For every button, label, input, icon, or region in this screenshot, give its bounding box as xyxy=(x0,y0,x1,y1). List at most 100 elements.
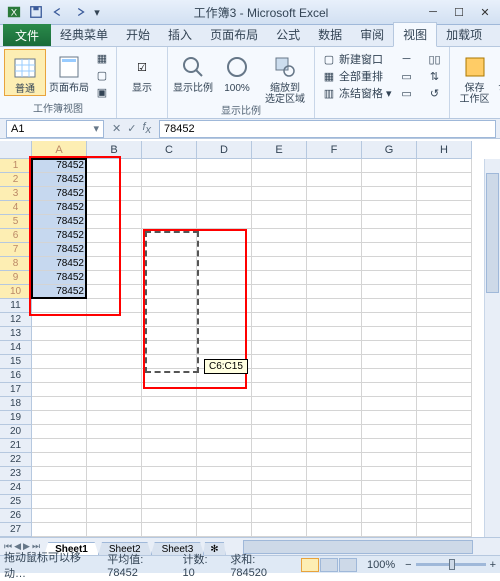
zoom-selection-button[interactable]: 缩放到 选定区域 xyxy=(260,49,310,105)
zoom-button[interactable]: 显示比例 xyxy=(172,49,214,94)
cell[interactable] xyxy=(87,215,142,229)
cell[interactable] xyxy=(252,215,307,229)
close-icon[interactable]: ✕ xyxy=(472,4,498,20)
cell[interactable] xyxy=(87,313,142,327)
cell[interactable] xyxy=(362,159,417,173)
cell[interactable] xyxy=(362,397,417,411)
cell[interactable] xyxy=(87,243,142,257)
tab-review[interactable]: 审阅 xyxy=(351,23,393,46)
chevron-down-icon[interactable]: ▾ xyxy=(93,122,99,135)
cell[interactable] xyxy=(142,411,197,425)
cell[interactable] xyxy=(362,355,417,369)
cell[interactable] xyxy=(252,159,307,173)
col-header-D[interactable]: D xyxy=(197,141,252,159)
cell[interactable] xyxy=(87,453,142,467)
cell[interactable] xyxy=(197,453,252,467)
cell[interactable]: 78452 xyxy=(32,201,87,215)
view-pagelayout-button[interactable]: 页面布局 xyxy=(48,49,90,94)
cell[interactable] xyxy=(252,425,307,439)
cell[interactable]: 78452 xyxy=(32,243,87,257)
cell[interactable] xyxy=(32,509,87,523)
cell[interactable] xyxy=(87,383,142,397)
row-header-4[interactable]: 4 xyxy=(0,201,32,215)
cell[interactable] xyxy=(142,495,197,509)
cell[interactable] xyxy=(417,243,472,257)
split-button[interactable]: ─ xyxy=(397,51,417,67)
cell[interactable] xyxy=(307,173,362,187)
cell[interactable] xyxy=(307,313,362,327)
cell[interactable] xyxy=(417,481,472,495)
cell[interactable] xyxy=(252,369,307,383)
cell[interactable] xyxy=(307,467,362,481)
cell[interactable] xyxy=(362,509,417,523)
cell[interactable] xyxy=(197,411,252,425)
cell[interactable] xyxy=(142,397,197,411)
row-header-18[interactable]: 18 xyxy=(0,397,32,411)
sync-scroll-button[interactable]: ⇅ xyxy=(425,68,445,84)
cell[interactable] xyxy=(197,271,252,285)
cell[interactable] xyxy=(32,397,87,411)
cell[interactable] xyxy=(252,257,307,271)
cell[interactable] xyxy=(197,481,252,495)
cell[interactable] xyxy=(142,173,197,187)
save-workspace-button[interactable]: 保存 工作区 xyxy=(454,49,496,105)
cell[interactable] xyxy=(87,299,142,313)
cell[interactable] xyxy=(307,271,362,285)
row-header-12[interactable]: 12 xyxy=(0,313,32,327)
tab-view[interactable]: 视图 xyxy=(393,22,437,47)
cell[interactable] xyxy=(197,285,252,299)
cell[interactable] xyxy=(197,229,252,243)
qat-dropdown-icon[interactable]: ▾ xyxy=(92,2,102,22)
cell[interactable] xyxy=(87,369,142,383)
row-header-20[interactable]: 20 xyxy=(0,425,32,439)
cell[interactable] xyxy=(252,299,307,313)
cell[interactable] xyxy=(32,383,87,397)
cell[interactable] xyxy=(362,173,417,187)
col-header-H[interactable]: H xyxy=(417,141,472,159)
cell[interactable] xyxy=(362,425,417,439)
cell[interactable] xyxy=(197,467,252,481)
cell[interactable] xyxy=(362,271,417,285)
cell[interactable]: 78452 xyxy=(32,187,87,201)
cell[interactable] xyxy=(142,159,197,173)
cell[interactable] xyxy=(87,201,142,215)
cell[interactable] xyxy=(307,453,362,467)
cell[interactable] xyxy=(362,453,417,467)
row-header-2[interactable]: 2 xyxy=(0,173,32,187)
cell[interactable] xyxy=(142,509,197,523)
cell[interactable] xyxy=(362,215,417,229)
cell[interactable] xyxy=(252,481,307,495)
cell[interactable] xyxy=(142,425,197,439)
cell[interactable] xyxy=(307,481,362,495)
cell[interactable] xyxy=(417,201,472,215)
cell[interactable] xyxy=(32,425,87,439)
cell[interactable] xyxy=(32,355,87,369)
cell[interactable] xyxy=(142,229,197,243)
arrange-all-button[interactable]: ▦全部重排 xyxy=(319,68,395,84)
cell[interactable] xyxy=(252,453,307,467)
cell[interactable] xyxy=(32,369,87,383)
cell[interactable] xyxy=(417,355,472,369)
cell[interactable] xyxy=(417,467,472,481)
cell[interactable] xyxy=(417,369,472,383)
cell[interactable] xyxy=(142,453,197,467)
cell[interactable] xyxy=(32,453,87,467)
cell[interactable] xyxy=(197,159,252,173)
cell[interactable] xyxy=(362,369,417,383)
zoom-level[interactable]: 100% xyxy=(367,559,395,571)
cell[interactable] xyxy=(197,397,252,411)
view-normal-icon[interactable] xyxy=(301,558,319,572)
row-header-11[interactable]: 11 xyxy=(0,299,32,313)
cell[interactable] xyxy=(197,201,252,215)
cell[interactable] xyxy=(142,523,197,537)
cell[interactable] xyxy=(252,313,307,327)
cell[interactable] xyxy=(362,327,417,341)
fullscreen-button[interactable]: ▣ xyxy=(92,84,112,100)
cell[interactable] xyxy=(362,201,417,215)
cell[interactable] xyxy=(87,327,142,341)
excel-icon[interactable]: X xyxy=(4,2,24,22)
minimize-icon[interactable]: ─ xyxy=(420,4,446,20)
cell[interactable] xyxy=(417,327,472,341)
new-window-button[interactable]: ▢新建窗口 xyxy=(319,51,395,67)
cell[interactable]: 78452 xyxy=(32,159,87,173)
